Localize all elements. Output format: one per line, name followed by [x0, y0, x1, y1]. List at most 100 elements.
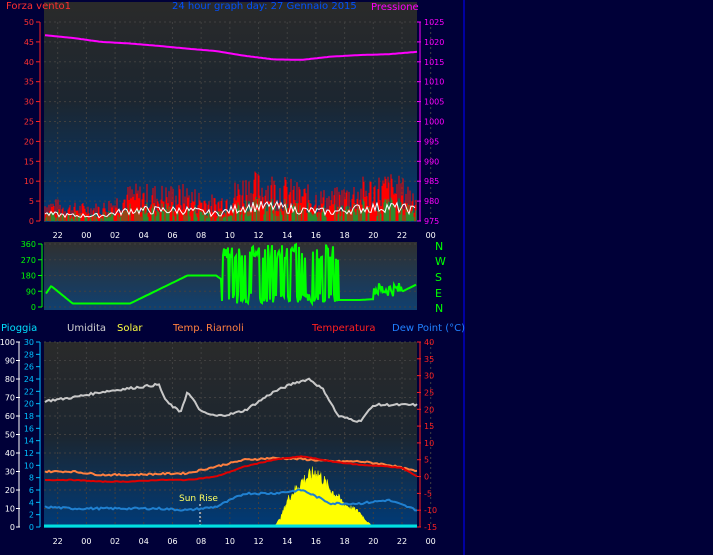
- wind-tick-label: 35: [24, 78, 34, 87]
- legend-solar: Solar: [117, 323, 143, 334]
- temp-tick-label: 40: [424, 338, 434, 347]
- top-x-tick: 22: [397, 231, 407, 240]
- top-x-tick: 22: [53, 231, 63, 240]
- wind-tick-label: 40: [24, 58, 34, 67]
- humidity-tick-label: 40: [5, 449, 15, 458]
- rain-tick-label: 28: [24, 350, 34, 359]
- top-x-tick: 20: [368, 231, 378, 240]
- top-x-tick: 00: [426, 231, 436, 240]
- wind-tick-label: 30: [24, 98, 34, 107]
- rain-tick-label: 0: [29, 523, 34, 532]
- top-x-tick: 06: [167, 231, 177, 240]
- pressure-tick-label: 1010: [424, 78, 444, 87]
- pressure-tick-label: 1025: [424, 18, 444, 27]
- legend-dew: Dew Point (°C): [392, 323, 465, 334]
- pressure-tick-label: 1005: [424, 98, 444, 107]
- rain-tick-label: 30: [24, 338, 34, 347]
- wind-tick-label: 15: [24, 157, 34, 166]
- humidity-tick-label: 70: [5, 394, 15, 403]
- humidity-tick-label: 100: [0, 338, 15, 347]
- compass-n-bottom: N: [435, 302, 443, 315]
- temp-tick-label: 15: [424, 422, 434, 431]
- temp-tick-label: 30: [424, 372, 434, 381]
- weather-graph: Forza vento1 24 hour graph day: 27 Genna…: [0, 0, 713, 555]
- compass-s: S: [435, 271, 442, 284]
- humidity-tick-label: 0: [10, 523, 15, 532]
- temp-tick-label: -15: [424, 523, 437, 532]
- wind-tick-label: 50: [24, 18, 34, 27]
- humidity-tick-label: 80: [5, 375, 15, 384]
- bottom-x-tick: 14: [282, 537, 292, 546]
- temp-tick-label: 20: [424, 405, 434, 414]
- humidity-tick-label: 20: [5, 486, 15, 495]
- bottom-x-tick: 00: [81, 537, 91, 546]
- rain-tick-label: 14: [24, 437, 34, 446]
- direction-tick-label: 0: [31, 303, 36, 312]
- rain-tick-label: 16: [24, 424, 34, 433]
- bottom-x-tick: 12: [253, 537, 263, 546]
- sunrise-label: Sun Rise: [179, 494, 218, 504]
- rain-tick-label: 6: [29, 486, 34, 495]
- bottom-x-tick: 06: [167, 537, 177, 546]
- humidity-tick-label: 30: [5, 468, 15, 477]
- top-x-tick: 14: [282, 231, 292, 240]
- bottom-x-tick: 10: [225, 537, 235, 546]
- pressure-axis-label: Pressione: [371, 2, 419, 13]
- temp-tick-label: -10: [424, 506, 437, 515]
- top-x-tick: 16: [311, 231, 321, 240]
- direction-tick-label: 360: [21, 240, 36, 249]
- temp-tick-label: 10: [424, 439, 434, 448]
- pressure-tick-label: 980: [424, 197, 439, 206]
- direction-tick-label: 270: [21, 256, 36, 265]
- chart-canvas: Forza vento1 24 hour graph day: 27 Genna…: [0, 0, 465, 555]
- temp-tick-label: 35: [424, 355, 434, 364]
- humidity-tick-label: 60: [5, 412, 15, 421]
- rain-tick-label: 8: [29, 474, 34, 483]
- bottom-x-tick: 16: [311, 537, 321, 546]
- temp-tick-label: 25: [424, 388, 434, 397]
- pressure-tick-label: 990: [424, 157, 439, 166]
- temp-tick-label: 5: [424, 456, 429, 465]
- rain-tick-label: 12: [24, 449, 34, 458]
- bottom-x-tick: 00: [426, 537, 436, 546]
- bottom-x-tick: 08: [196, 537, 206, 546]
- chart-title: 24 hour graph day: 27 Gennaio 2015: [172, 1, 357, 12]
- bottom-x-tick: 18: [340, 537, 350, 546]
- direction-tick-label: 180: [21, 272, 36, 281]
- wind-axis-label: Forza vento1: [6, 1, 71, 12]
- rain-tick-label: 2: [29, 511, 34, 520]
- top-x-tick: 12: [253, 231, 263, 240]
- pressure-tick-label: 995: [424, 137, 439, 146]
- rain-tick-label: 4: [29, 498, 34, 507]
- rain-tick-label: 22: [24, 387, 34, 396]
- humidity-tick-label: 10: [5, 505, 15, 514]
- top-x-tick: 10: [225, 231, 235, 240]
- pressure-tick-label: 1000: [424, 118, 444, 127]
- top-x-tick: 18: [340, 231, 350, 240]
- compass-w: W: [435, 255, 446, 268]
- pressure-tick-label: 1020: [424, 38, 444, 47]
- bottom-x-tick: 20: [368, 537, 378, 546]
- top-x-tick: 00: [81, 231, 91, 240]
- pressure-tick-label: 1015: [424, 58, 444, 67]
- direction-tick-label: 90: [26, 287, 36, 296]
- rain-tick-label: 26: [24, 363, 34, 372]
- bottom-x-tick: 02: [110, 537, 120, 546]
- bottom-x-tick: 22: [397, 537, 407, 546]
- temp-tick-label: -5: [424, 489, 432, 498]
- compass-e: E: [435, 287, 442, 300]
- legend-temperature: Temperatura: [311, 323, 376, 334]
- wind-tick-label: 5: [29, 197, 34, 206]
- wind-tick-label: 0: [29, 217, 34, 226]
- wind-tick-label: 25: [24, 118, 34, 127]
- wind-tick-label: 10: [24, 177, 34, 186]
- temp-tick-label: 0: [424, 473, 429, 482]
- wind-tick-label: 20: [24, 137, 34, 146]
- bottom-x-tick: 04: [139, 537, 149, 546]
- rain-tick-label: 20: [24, 400, 34, 409]
- top-x-tick: 04: [139, 231, 149, 240]
- rain-tick-label: 18: [24, 412, 34, 421]
- top-x-tick: 08: [196, 231, 206, 240]
- legend-rain: Pioggia: [1, 323, 37, 334]
- rain-tick-label: 10: [24, 461, 34, 470]
